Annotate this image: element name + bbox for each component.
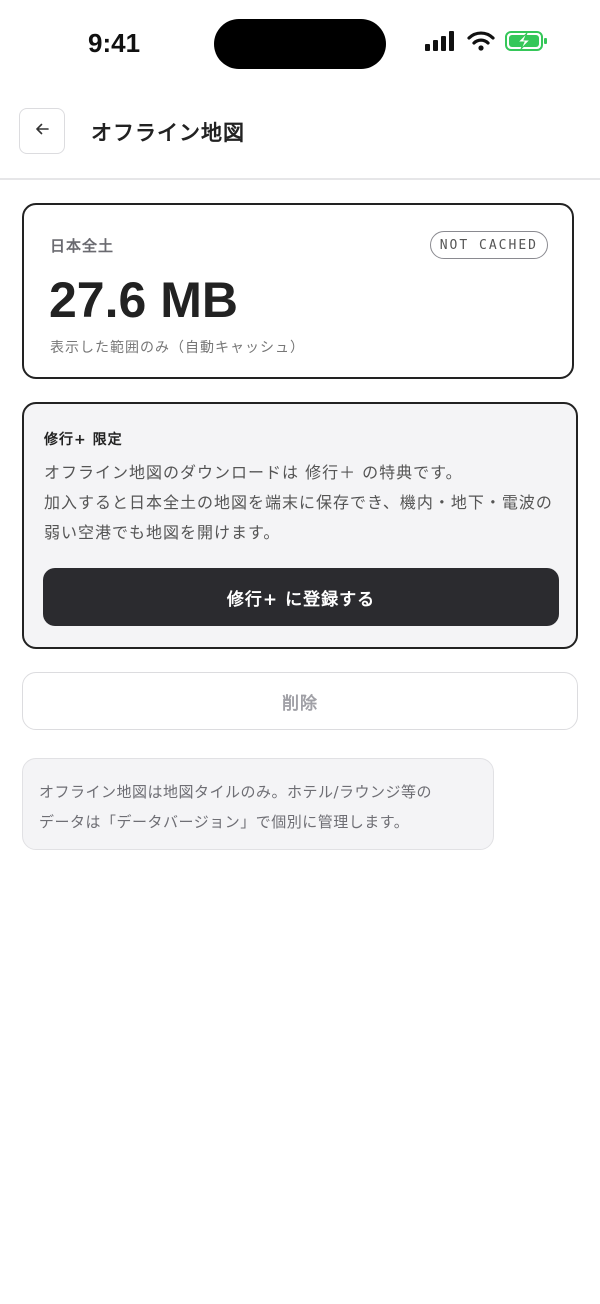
cache-status-badge: NOT CACHED [429,231,548,259]
nav-header: オフライン地図 [0,104,600,180]
region-label: 日本全土 [50,237,115,255]
storage-card: 日本全土 NOT CACHED 27.6 MB 表示した範囲のみ（自動キャッシュ… [22,203,574,379]
storage-caption: 表示した範囲のみ（自動キャッシュ） [50,340,305,356]
delete-button[interactable]: 削除 [22,672,578,730]
arrow-left-icon [34,121,50,141]
wifi-icon [467,31,495,55]
plus-upsell-card: 修行+ 限定 オフライン地図のダウンロードは 修行＋ の特典です。 加入すると日… [22,402,578,649]
back-button[interactable] [19,108,65,154]
battery-charging-icon [505,30,549,56]
page-title: オフライン地図 [91,121,245,145]
subscribe-button[interactable]: 修行+ に登録する [43,568,559,626]
info-note: オフライン地図は地図タイルのみ。ホテル/ラウンジ等の データは「データバージョン… [22,758,494,850]
status-icons [425,30,549,56]
note-line: データは「データバージョン」で個別に管理します。 [39,813,410,831]
plus-title: 修行+ 限定 [44,432,123,448]
status-time: 9:41 [88,28,141,58]
storage-size: 27.6 MB [49,272,238,328]
status-bar: 9:41 [0,0,600,90]
plus-description-line: オフライン地図のダウンロードは 修行＋ の特典です。 [44,463,463,482]
plus-description: オフライン地図のダウンロードは 修行＋ の特典です。 加入すると日本全土の地図を… [44,458,564,548]
signal-icon [425,31,457,55]
plus-description-line: 加入すると日本全土の地図を端末に保存でき、機内・地下・電波の弱い空港でも地図を開… [44,493,553,542]
note-line: オフライン地図は地図タイルのみ。ホテル/ラウンジ等の [39,783,433,801]
dynamic-island [214,19,386,69]
